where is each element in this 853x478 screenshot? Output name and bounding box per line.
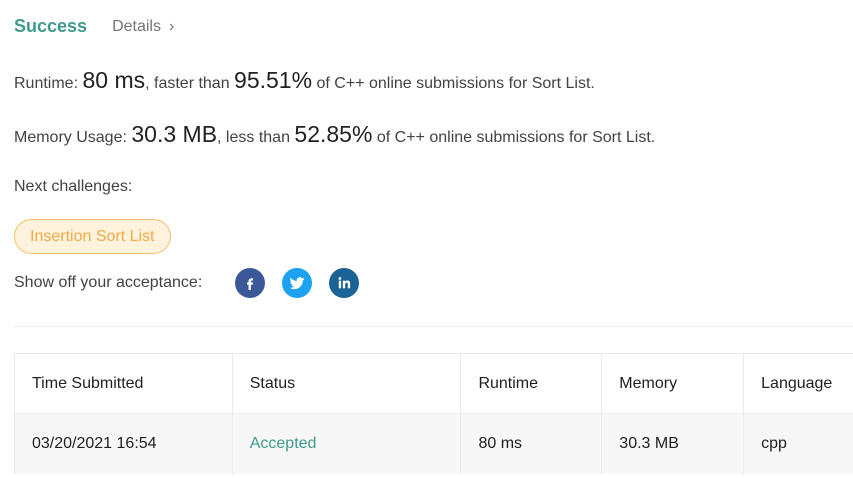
next-challenges-label: Next challenges: [14,178,133,195]
details-label: Details [112,17,161,35]
twitter-icon[interactable] [282,268,313,298]
submission-result-page: Success Details › Runtime: 80 ms , faste… [0,0,853,478]
runtime-percent: 95.51% [234,67,313,93]
table-header-row: Time Submitted Status Runtime Memory Lan… [15,354,853,414]
memory-percent: 52.85% [294,121,373,147]
linkedin-icon[interactable] [329,268,360,298]
facebook-icon[interactable] [235,268,266,298]
cell-time-submitted: 03/20/2021 16:54 [15,414,233,474]
runtime-label: Runtime: [14,75,83,92]
runtime-summary: Runtime: 80 ms , faster than 95.51% of C… [14,67,595,94]
runtime-mid-text: , faster than [145,75,235,92]
cell-runtime: 80 ms [461,414,603,474]
header-time-submitted: Time Submitted [15,354,233,414]
memory-summary: Memory Usage: 30.3 MB , less than 52.85%… [14,121,655,148]
share-icons [235,268,376,298]
cell-language: cpp [744,414,853,474]
status-accepted-link[interactable]: Accepted [250,435,317,453]
details-link[interactable]: Details › [112,18,174,36]
header-memory: Memory [602,354,745,414]
table-row: 03/20/2021 16:54 Accepted 80 ms 30.3 MB … [15,414,853,474]
chevron-right-icon: › [168,17,175,35]
header-language: Language [744,354,853,414]
cell-memory: 30.3 MB [602,414,745,474]
challenge-tag-insertion-sort-list[interactable]: Insertion Sort List [14,219,171,254]
memory-suffix: of C++ online submissions for Sort List. [372,129,656,146]
status-title: Success [14,16,88,36]
memory-label: Memory Usage: [14,129,132,146]
section-divider [14,326,853,327]
cell-status: Accepted [233,414,462,474]
runtime-suffix: of C++ online submissions for Sort List. [312,75,595,92]
submissions-table: Time Submitted Status Runtime Memory Lan… [14,353,853,474]
result-header: Success Details › [14,16,174,37]
memory-mid-text: , less than [217,129,295,146]
header-runtime: Runtime [461,354,603,414]
share-label: Show off your acceptance: [14,274,203,291]
share-section: Show off your acceptance: [14,268,376,298]
memory-value: 30.3 MB [131,121,218,147]
runtime-value: 80 ms [82,67,146,93]
header-status: Status [232,354,462,414]
